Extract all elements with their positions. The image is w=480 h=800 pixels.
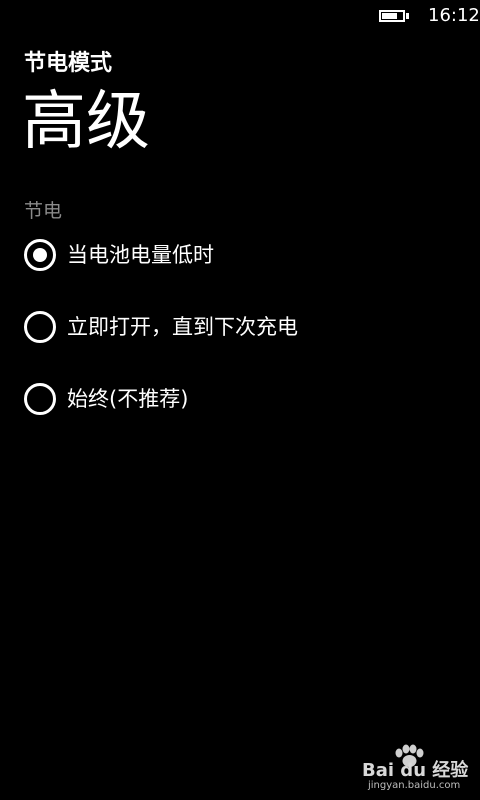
status-time: 16:12: [428, 5, 480, 26]
battery-icon: [379, 10, 405, 22]
option-always[interactable]: 始终(不推荐): [24, 382, 188, 416]
page-title: 高级: [22, 85, 150, 159]
status-bar: 16:12: [0, 0, 480, 32]
watermark-brand: Bai du 经验: [362, 760, 469, 781]
option-label: 立即打开，直到下次充电: [67, 315, 298, 339]
option-label: 当电池电量低时: [67, 243, 214, 267]
radio-button-icon[interactable]: [24, 311, 56, 343]
radio-button-icon[interactable]: [24, 383, 56, 415]
option-when-battery-low[interactable]: 当电池电量低时: [24, 238, 214, 272]
battery-tip: [406, 13, 409, 19]
app-title: 节电模式: [24, 51, 113, 76]
battery-fill: [382, 13, 397, 19]
watermark-url: jingyan.baidu.com: [368, 780, 461, 791]
section-label: 节电: [24, 200, 63, 222]
option-label: 始终(不推荐): [67, 387, 189, 411]
radio-button-checked-icon[interactable]: [24, 239, 56, 271]
option-now-until-next-charge[interactable]: 立即打开，直到下次充电: [24, 310, 298, 344]
baidu-watermark: Bai du 经验 jingyan.baidu.com: [362, 744, 472, 794]
